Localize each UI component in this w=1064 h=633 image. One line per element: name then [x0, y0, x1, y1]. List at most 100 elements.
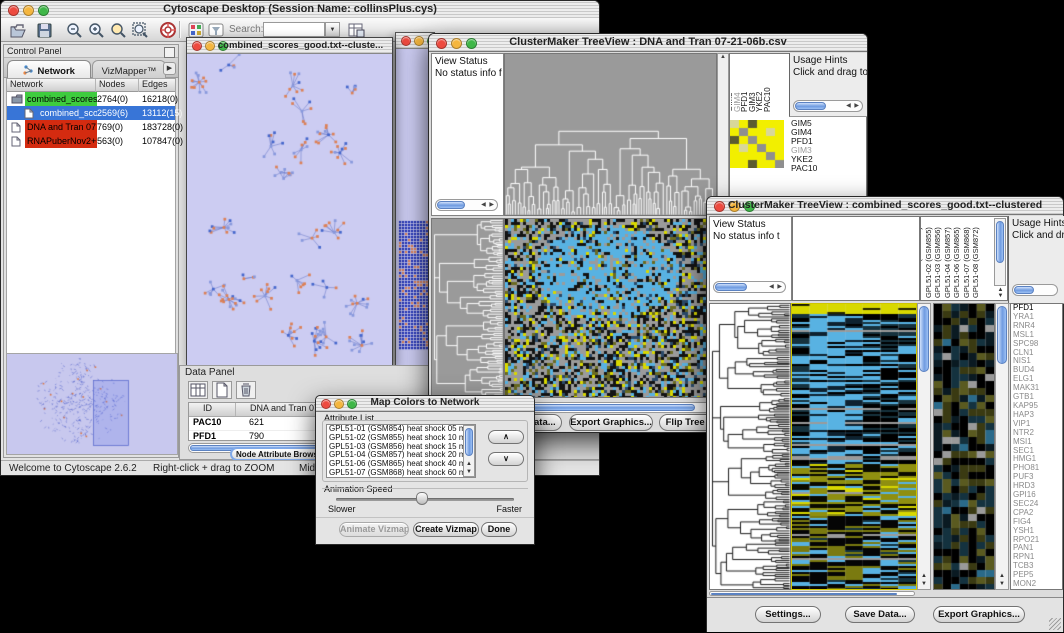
chevron-up-icon[interactable]: ▲	[918, 572, 930, 580]
tv2-bottom-hscrollbar[interactable]	[709, 591, 915, 596]
network-view-window-1: combined_scores_good.txt--cluste...	[186, 37, 393, 367]
network-list-row[interactable]: combined_sco2569(6)13112(15)	[7, 106, 175, 120]
chevron-down-icon: ▼	[330, 27, 336, 33]
scrollbar-thumb[interactable]	[1014, 286, 1034, 294]
id-column-header[interactable]: ID	[203, 403, 212, 413]
float-panel-icon[interactable]	[164, 47, 175, 58]
network-canvas-1[interactable]	[187, 54, 392, 367]
tv2-column-label[interactable]: GPL51-04 (GSM857)	[944, 227, 952, 298]
tv1-hints-hscrollbar[interactable]: ◀ ▶	[793, 100, 863, 112]
view-status-line2: No status info t	[710, 231, 791, 243]
scrollbar-thumb[interactable]	[715, 283, 747, 291]
tv2-heatmap-vscrollbar[interactable]: ▲ ▼	[917, 303, 931, 590]
tv2-zoom-vscrollbar[interactable]: ▲ ▼	[995, 303, 1009, 590]
usage-hints-line2: Click and drag to	[1009, 230, 1064, 242]
new-attribute-icon[interactable]	[212, 381, 232, 399]
dialog-titlebar[interactable]: Map Colors to Network	[316, 396, 534, 412]
edge-count: 16218(0)	[142, 92, 178, 106]
zoom-in-icon[interactable]	[87, 21, 106, 40]
treeview1-titlebar[interactable]: ClusterMaker TreeView : DNA and Tran 07-…	[429, 34, 867, 52]
tv2-column-label[interactable]: GPL51-01 (GSM854)	[920, 227, 923, 298]
tv1-export-graphics-button[interactable]: Export Graphics...	[569, 414, 653, 431]
tv2-status-hscrollbar[interactable]: ◀ ▶	[713, 281, 786, 293]
scrollbar-thumb[interactable]	[997, 306, 1007, 364]
chevron-down-icon[interactable]: ▼	[996, 580, 1008, 588]
open-file-icon[interactable]	[9, 21, 28, 40]
network-list-row[interactable]: DNA and Tran 07769(0)183728(0)	[7, 120, 175, 134]
scrollbar-thumb[interactable]	[465, 428, 473, 456]
search-input[interactable]	[263, 22, 325, 37]
resize-grip[interactable]	[1049, 618, 1061, 630]
tv2-column-label[interactable]: GPL51-08 (GSM872)	[972, 227, 980, 298]
zoom-selected-icon[interactable]	[109, 21, 128, 40]
col-edges: Edges	[138, 79, 168, 92]
network-name: DNA and Tran 07	[25, 120, 97, 134]
tv2-settings-button[interactable]: Settings...	[755, 606, 821, 623]
search-dropdown-button[interactable]: ▼	[325, 22, 340, 37]
tv2-top-view	[792, 216, 920, 301]
scrollbar-thumb[interactable]	[795, 102, 826, 110]
chevron-up-icon[interactable]: ▲	[464, 460, 474, 468]
create-vizmap-button[interactable]: Create Vizmap	[413, 522, 479, 537]
treeview2-titlebar[interactable]: ClusterMaker TreeView : combined_scores_…	[707, 197, 1063, 215]
desktop: Cytoscape Desktop (Session Name: collins…	[0, 0, 1064, 633]
speed-slider-thumb[interactable]	[416, 492, 428, 505]
node-attribute-browser-tab[interactable]: Node Attribute Brows	[230, 447, 324, 461]
chevron-up-icon[interactable]: ▲	[996, 572, 1008, 580]
tv1-status-hscrollbar[interactable]: ◀ ▶	[435, 199, 498, 211]
birds-eye-view[interactable]	[6, 353, 178, 455]
tv2-column-label[interactable]: GPL51-03 (GSM856)	[934, 227, 942, 298]
tv2-zoom-heatmap[interactable]	[933, 303, 995, 590]
tv2-row-dendrogram[interactable]	[709, 303, 791, 590]
attribute-list-item[interactable]: GPL51-07 (GSM868) heat shock 60 min	[327, 469, 475, 478]
attribute-list-vscrollbar[interactable]: ▲ ▼	[463, 425, 475, 477]
scrollbar-thumb[interactable]	[996, 221, 1004, 263]
tv1-usage-hints: Usage Hints Click and drag to ◀ ▶	[789, 53, 867, 117]
tv2-hints-hscrollbar[interactable]	[1012, 284, 1058, 296]
tv2-save-data-button[interactable]: Save Data...	[845, 606, 915, 623]
tv1-heatmap[interactable]	[504, 218, 713, 398]
tv2-column-label[interactable]: GPL51-07 (GSM868)	[963, 227, 971, 298]
network-window-1-titlebar[interactable]: combined_scores_good.txt--cluste...	[187, 38, 392, 54]
more-tabs-button[interactable]: ▶	[163, 62, 176, 75]
scrollbar-thumb[interactable]	[437, 201, 465, 209]
done-button[interactable]: Done	[481, 522, 517, 537]
network-name: RNAPuberNov2+	[25, 134, 97, 148]
tv2-export-graphics-button[interactable]: Export Graphics...	[933, 606, 1025, 623]
save-icon[interactable]	[35, 21, 54, 40]
tv1-row-label[interactable]: PAC10	[791, 164, 851, 173]
zoom-out-icon[interactable]	[65, 21, 84, 40]
gene-label[interactable]: MON2	[1011, 580, 1062, 589]
help-icon[interactable]	[159, 21, 178, 40]
tv2-labels-vscrollbar[interactable]	[994, 218, 1006, 286]
tv1-column-label[interactable]: PAC10	[764, 87, 772, 112]
tv1-column-dendrogram[interactable]	[504, 53, 717, 216]
tv1-cluster-matrix[interactable]	[730, 120, 784, 168]
tv2-column-label[interactable]: GPL51-02 (GSM855)	[925, 227, 933, 298]
network-list-header[interactable]: Network Nodes Edges	[7, 79, 175, 92]
tv1-row-dendrogram[interactable]	[431, 218, 504, 398]
node-count: 2764(0)	[97, 92, 128, 106]
chevron-down-icon[interactable]: ▼	[918, 580, 930, 588]
chevron-down-icon[interactable]: ▼	[998, 293, 1004, 299]
zoom-fit-icon[interactable]	[131, 21, 150, 40]
tv2-column-labels: ▲▼ GPL51-01 (GSM854)GPL51-02 (GSM855)GPL…	[920, 216, 1008, 301]
tab-network[interactable]: Network	[7, 60, 91, 78]
main-titlebar[interactable]: Cytoscape Desktop (Session Name: collins…	[1, 1, 599, 19]
select-attributes-icon[interactable]	[188, 381, 208, 399]
move-down-button[interactable]: ∨	[488, 452, 524, 466]
chevron-up-icon[interactable]: ▲	[720, 54, 726, 60]
network-list-row[interactable]: combined_scores_2764(0) 16218(0)	[7, 92, 175, 106]
move-up-button[interactable]: ∧	[488, 430, 524, 444]
tv2-heatmap[interactable]	[791, 303, 917, 590]
chevron-down-icon[interactable]: ▼	[464, 468, 474, 476]
node-count: 563(0)	[97, 134, 123, 148]
scrollbar-thumb[interactable]	[919, 306, 929, 372]
delete-attribute-icon[interactable]	[236, 381, 256, 399]
tab-vizmapper[interactable]: VizMapper™	[92, 60, 166, 78]
tv2-column-label[interactable]: GPL51-06 (GSM865)	[953, 227, 961, 298]
network-list-row[interactable]: RNAPuberNov2+563(0)107847(0)	[7, 134, 175, 148]
scrollbar-thumb[interactable]	[711, 593, 897, 595]
network-name: combined_scores_	[25, 92, 97, 106]
faster-label: Faster	[496, 504, 522, 514]
